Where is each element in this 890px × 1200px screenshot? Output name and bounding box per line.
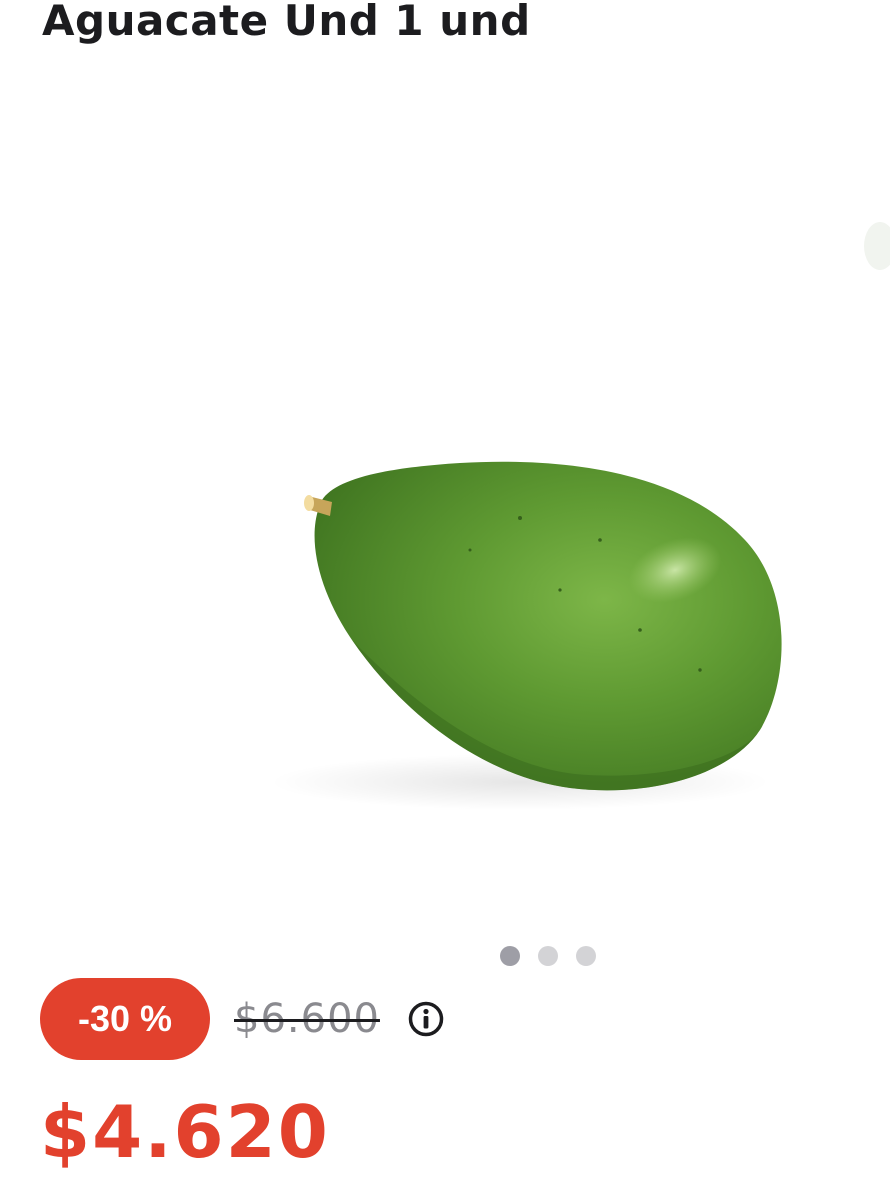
carousel-dot-2[interactable] <box>538 946 558 966</box>
product-image-carousel[interactable] <box>0 70 890 940</box>
discount-badge: -30 % <box>40 978 210 1060</box>
carousel-pagination[interactable] <box>500 946 596 966</box>
current-price: $4.620 <box>40 1090 330 1174</box>
info-circle-icon[interactable] <box>408 1001 444 1037</box>
price-row: -30 % $6.600 <box>40 978 444 1060</box>
carousel-dot-1[interactable] <box>500 946 520 966</box>
original-price: $6.600 <box>234 996 380 1042</box>
product-title: Aguacate Und 1 und <box>42 0 531 45</box>
carousel-dot-3[interactable] <box>576 946 596 966</box>
product-image-avocado <box>270 222 890 810</box>
